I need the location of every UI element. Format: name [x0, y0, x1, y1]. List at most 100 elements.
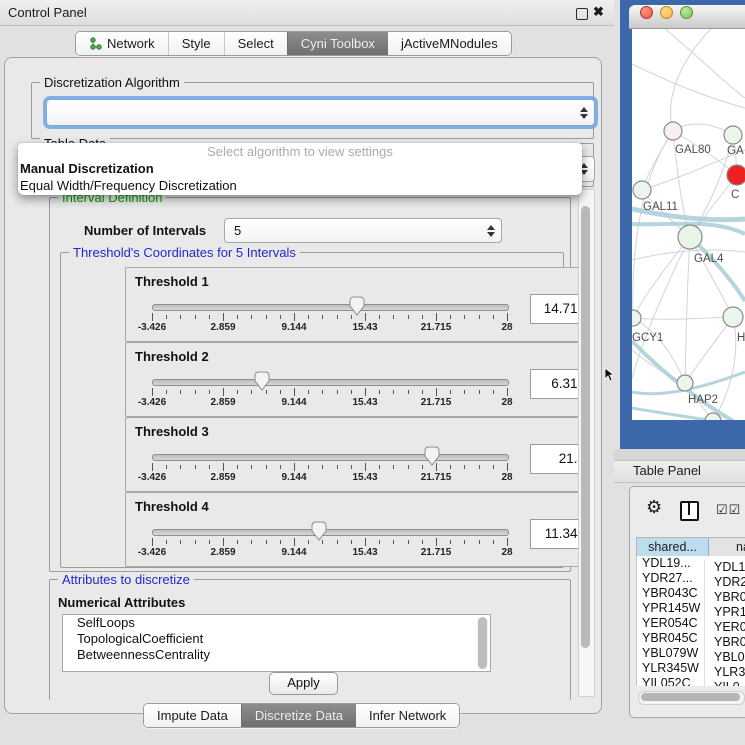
slider-tick: [280, 465, 281, 469]
network-edge[interactable]: [633, 317, 733, 319]
table-row[interactable]: YLR345WYLR3: [637, 661, 745, 676]
number-of-intervals-combobox[interactable]: 5: [224, 218, 502, 243]
network-edge[interactable]: [685, 237, 690, 383]
network-node[interactable]: [678, 225, 702, 249]
tab-style[interactable]: Style: [168, 32, 224, 55]
network-edge[interactable]: [632, 64, 745, 108]
slider-track[interactable]: [152, 454, 509, 461]
network-node[interactable]: [723, 307, 743, 327]
cyni-toolbox-panel: Discretization Algorithm Select algorith…: [4, 57, 602, 714]
dropdown-item-equal-width-frequency-discretization[interactable]: Equal Width/Frequency Discretization: [18, 177, 582, 194]
column-layout-icon[interactable]: [680, 501, 699, 521]
settings-scrollbar[interactable]: [578, 189, 595, 697]
attribute-item-topologicalcoefficient[interactable]: TopologicalCoefficient: [63, 631, 490, 647]
attribute-item-selfloops[interactable]: SelfLoops: [63, 615, 490, 631]
table-row[interactable]: YDL19...YDL1: [637, 556, 745, 571]
network-edge[interactable]: [690, 237, 745, 301]
zoom-traffic-light-icon[interactable]: [680, 6, 693, 19]
table-row[interactable]: YDR27...YDR2: [637, 571, 745, 586]
algorithm-combobox[interactable]: [46, 99, 595, 126]
attributes-scrollbar[interactable]: [477, 617, 488, 669]
tab-infer-network[interactable]: Infer Network: [356, 704, 459, 727]
network-edge[interactable]: [633, 237, 690, 318]
column-header-shared-name[interactable]: shared...: [637, 538, 709, 557]
slider-tick-label: 9.144: [269, 472, 319, 483]
slider-track[interactable]: [152, 304, 509, 311]
slider-tick: [351, 465, 352, 469]
float-window-icon[interactable]: [576, 8, 588, 20]
network-edge[interactable]: [632, 408, 713, 420]
tab-label: Cyni Toolbox: [301, 32, 375, 55]
table-row[interactable]: YER054CYER0: [637, 616, 745, 631]
slider-thumb[interactable]: [424, 446, 440, 466]
slider-tick: [166, 315, 167, 319]
network-edge[interactable]: [664, 29, 745, 98]
slider-tick: [379, 540, 380, 544]
settings-scrollbar-thumb[interactable]: [581, 206, 590, 648]
network-node[interactable]: [727, 165, 745, 185]
attribute-item-betweennesscentrality[interactable]: BetweennessCentrality: [63, 647, 490, 663]
network-node[interactable]: [632, 310, 641, 326]
tab-network[interactable]: Network: [76, 32, 168, 55]
network-edge[interactable]: [685, 317, 733, 383]
network-view-window[interactable]: GAL80GACGAL11GAL4GCY1HHAP2: [620, 0, 745, 449]
close-icon[interactable]: ✖: [593, 4, 604, 20]
cell-shared-name: YBR043C: [637, 586, 704, 601]
dropdown-item-manual-discretization[interactable]: Manual Discretization: [18, 160, 582, 177]
slider-tick: [436, 313, 437, 321]
cell-shared-name: YBR045C: [637, 631, 704, 646]
tab-impute-data[interactable]: Impute Data: [144, 704, 241, 727]
slider-tick: [152, 313, 153, 321]
slider-thumb[interactable]: [254, 371, 270, 391]
slider-track[interactable]: [152, 529, 509, 536]
tab-jactivemnodules[interactable]: jActiveMNodules: [388, 32, 511, 55]
tab-discretize-data[interactable]: Discretize Data: [241, 704, 356, 727]
table-row[interactable]: YBR045CYBR0: [637, 631, 745, 646]
slider-tick: [422, 315, 423, 319]
minimize-traffic-light-icon[interactable]: [660, 6, 673, 19]
slider-tick: [308, 540, 309, 544]
table-row[interactable]: YBR043CYBR0: [637, 586, 745, 601]
network-edge[interactable]: [632, 237, 690, 382]
attributes-list[interactable]: SelfLoopsTopologicalCoefficientBetweenne…: [62, 614, 491, 672]
gear-icon[interactable]: ⚙: [646, 497, 662, 518]
tab-cyni-toolbox[interactable]: Cyni Toolbox: [287, 32, 388, 55]
network-edge[interactable]: [671, 29, 712, 131]
network-node[interactable]: [664, 122, 682, 140]
table-horizontal-scrollbar[interactable]: [638, 691, 745, 705]
combo-stepper-icon: [487, 225, 495, 237]
slider-tick-label: 15.43: [340, 472, 390, 483]
apply-button[interactable]: Apply: [269, 672, 338, 695]
slider-track[interactable]: [152, 379, 509, 386]
slider-tick: [436, 538, 437, 546]
network-node[interactable]: [677, 375, 693, 391]
tab-select[interactable]: Select: [224, 32, 287, 55]
slider-tick: [507, 313, 508, 321]
column-header-name[interactable]: na: [709, 538, 745, 557]
slider-thumb[interactable]: [311, 521, 327, 541]
slider-tick: [280, 315, 281, 319]
slider-tick: [450, 315, 451, 319]
table-row[interactable]: YPR145WYPR1: [637, 601, 745, 616]
slider-tick: [337, 465, 338, 469]
checkbox-icons[interactable]: ☑☑: [716, 502, 741, 518]
slider-tick: [464, 390, 465, 394]
table-row[interactable]: YBL079WYBL0: [637, 646, 745, 661]
tab-label: Infer Network: [369, 704, 446, 727]
slider-thumb[interactable]: [349, 296, 365, 316]
network-node[interactable]: [633, 181, 651, 199]
tab-label: Select: [238, 32, 274, 55]
slider-tick: [152, 388, 153, 396]
close-traffic-light-icon[interactable]: [640, 6, 653, 19]
network-node[interactable]: [724, 126, 742, 144]
network-canvas[interactable]: GAL80GACGAL11GAL4GCY1HHAP2: [632, 29, 745, 420]
table-scrollbar-thumb[interactable]: [641, 693, 740, 701]
interval-definition-group: Interval Definition Number of Intervals …: [49, 197, 571, 572]
slider-tick: [436, 388, 437, 396]
slider-tick: [223, 388, 224, 396]
table-row[interactable]: YIL052CYIL0: [637, 676, 745, 686]
node-label-hap2: HAP2: [688, 394, 718, 406]
tab-label: Discretize Data: [255, 704, 343, 727]
tab-label: Impute Data: [157, 704, 228, 727]
slider-tick: [209, 540, 210, 544]
